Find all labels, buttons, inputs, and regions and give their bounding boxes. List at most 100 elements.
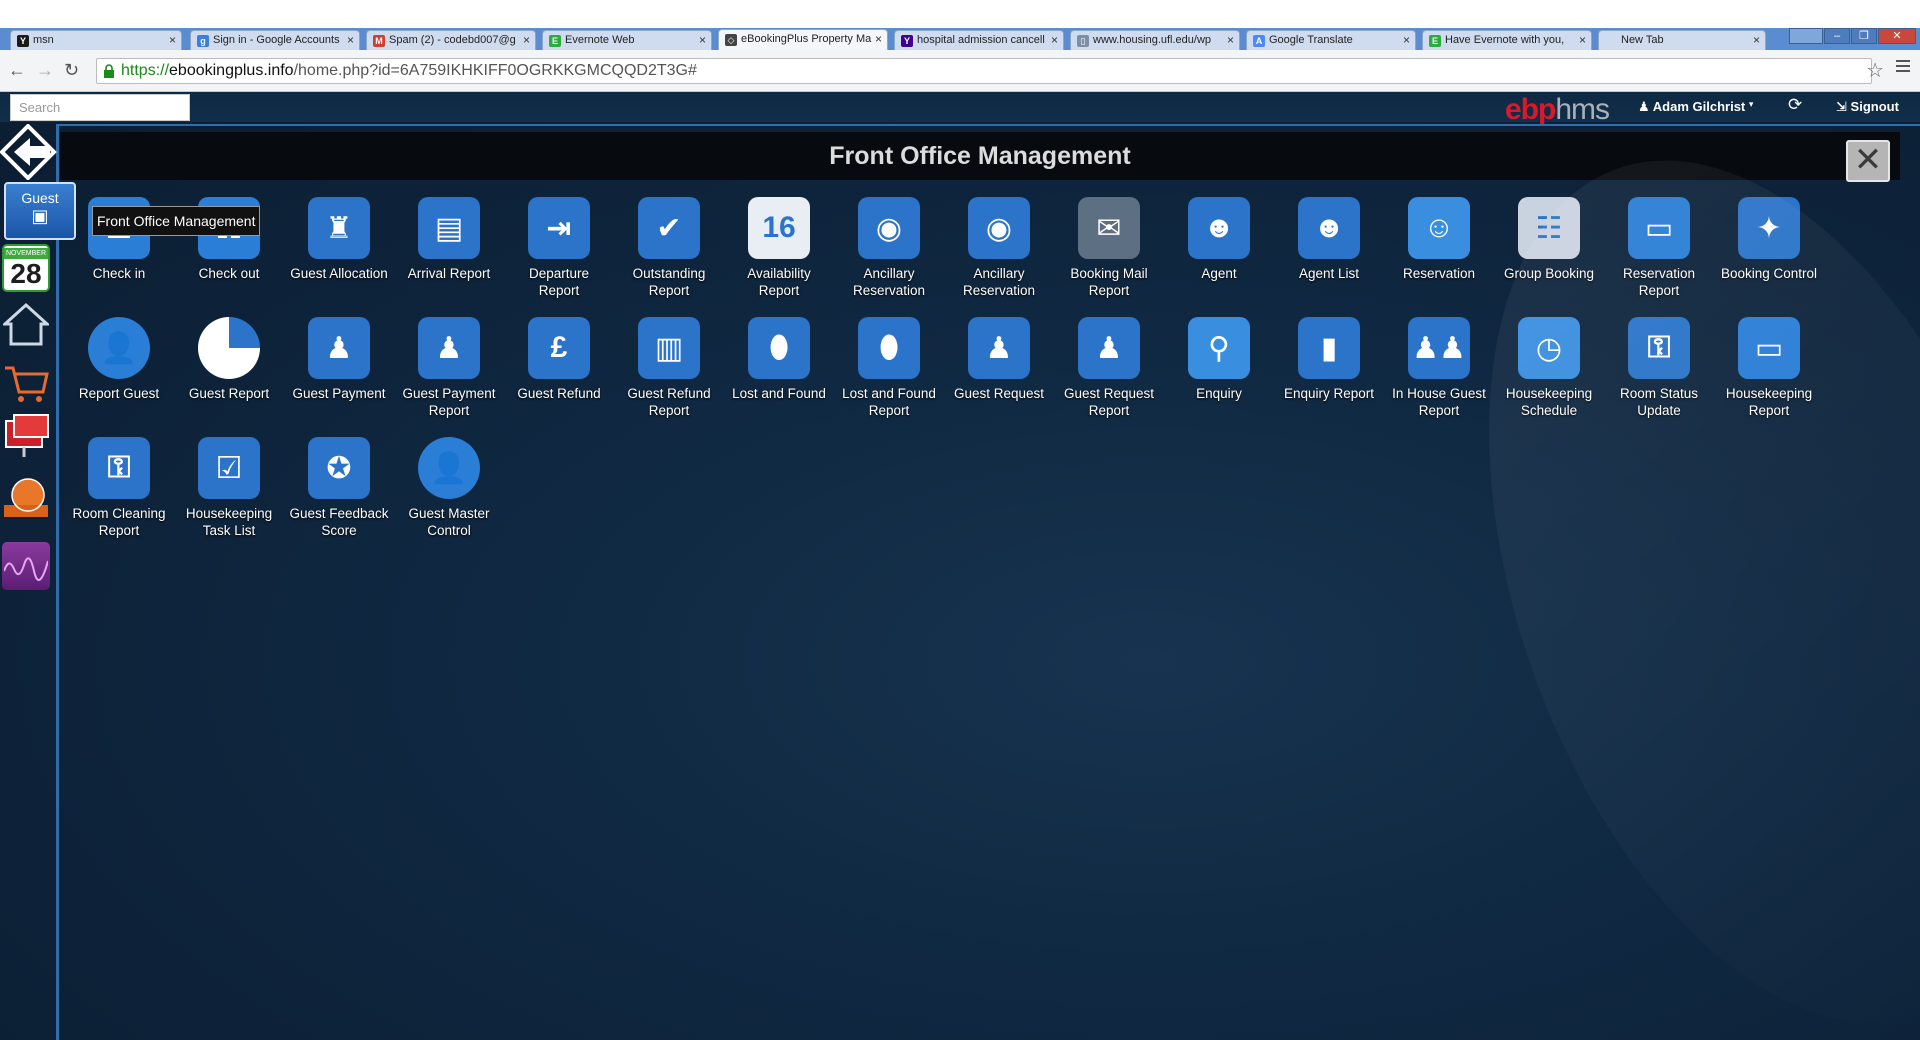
- module-tile[interactable]: ✉ Booking Mail Report: [1054, 197, 1164, 299]
- module-tile-label: Ancillary Reservation: [944, 265, 1054, 299]
- browser-tab[interactable]: E Evernote Web ×: [542, 30, 712, 50]
- module-tile[interactable]: ☻ Agent List: [1274, 197, 1384, 282]
- module-tile[interactable]: ⚲ Enquiry: [1164, 317, 1274, 402]
- refresh-icon[interactable]: ⟳: [1788, 95, 1802, 115]
- browser-tab[interactable]: E Have Evernote with you, ×: [1422, 30, 1592, 50]
- module-tile[interactable]: £ Guest Refund: [504, 317, 614, 402]
- tab-label: Have Evernote with you,: [1445, 34, 1565, 46]
- module-tile[interactable]: ✪ Guest Feedback Score: [284, 437, 394, 539]
- maximize-button[interactable]: ❐: [1851, 28, 1877, 44]
- browser-tab[interactable]: ▯ www.housing.ufl.edu/wp ×: [1070, 30, 1240, 50]
- tab-close-icon[interactable]: ×: [1753, 33, 1760, 47]
- sidebar-globe-icon[interactable]: [2, 474, 50, 522]
- user-menu[interactable]: ♟ Adam Gilchrist ▾: [1638, 99, 1753, 115]
- signout-button[interactable]: ⇲ Signout: [1836, 99, 1899, 115]
- tab-close-icon[interactable]: ×: [1403, 33, 1410, 47]
- module-tile-label: Enquiry: [1164, 385, 1274, 402]
- close-module-button[interactable]: ✕: [1846, 140, 1890, 182]
- module-tile[interactable]: ◉ Ancillary Reservation: [944, 197, 1054, 299]
- tab-search-button[interactable]: [1789, 28, 1823, 44]
- tab-close-icon[interactable]: ×: [523, 33, 530, 47]
- module-tile-label: Arrival Report: [394, 265, 504, 282]
- module-tile[interactable]: 16 Availability Report: [724, 197, 834, 299]
- reload-icon[interactable]: ↻: [64, 60, 79, 81]
- module-tile[interactable]: Guest Report: [174, 317, 284, 402]
- monitor-icon: ▭: [1628, 197, 1690, 259]
- module-tile[interactable]: ⚿ Room Status Update: [1604, 317, 1714, 419]
- close-window-button[interactable]: ✕: [1878, 28, 1916, 44]
- module-tile[interactable]: ⬮ Lost and Found: [724, 317, 834, 402]
- module-tile-label: Booking Control: [1714, 265, 1824, 282]
- module-tile[interactable]: ♟ Guest Payment Report: [394, 317, 504, 419]
- sidebar-home-icon[interactable]: [2, 300, 50, 348]
- tab-close-icon[interactable]: ×: [169, 33, 176, 47]
- tab-close-icon[interactable]: ×: [875, 32, 882, 46]
- tab-close-icon[interactable]: ×: [1579, 33, 1586, 47]
- module-tile[interactable]: ♟ Guest Request Report: [1054, 317, 1164, 419]
- module-tile[interactable]: ⇥ Departure Report: [504, 197, 614, 299]
- tile-label-line1: Guest Allocation: [290, 266, 388, 281]
- module-tile[interactable]: ☺ Reservation: [1384, 197, 1494, 282]
- tile-label-line2: Report: [1088, 403, 1130, 418]
- module-tile[interactable]: ⬮ Lost and Found Report: [834, 317, 944, 419]
- module-tile[interactable]: ◉ Ancillary Reservation: [834, 197, 944, 299]
- module-tile[interactable]: ☻ Agent: [1164, 197, 1274, 282]
- minimize-button[interactable]: –: [1824, 28, 1850, 44]
- app-topbar: ebphms ♟ Adam Gilchrist ▾ ⟳ ⇲ Signout: [0, 92, 1920, 126]
- menu-icon[interactable]: [1896, 60, 1910, 75]
- tab-close-icon[interactable]: ×: [347, 33, 354, 47]
- search-input[interactable]: [10, 94, 190, 121]
- tab-close-icon[interactable]: ×: [1051, 33, 1058, 47]
- module-tile-label: Check out: [174, 265, 284, 282]
- browser-tab[interactable]: ◇ eBookingPlus Property Ma ×: [718, 29, 888, 50]
- module-tile[interactable]: ▮ Enquiry Report: [1274, 317, 1384, 402]
- sidebar-presentation-icon[interactable]: [2, 412, 50, 460]
- browser-tab[interactable]: g Sign in - Google Accounts ×: [190, 30, 360, 50]
- module-tile[interactable]: ♟ Guest Payment: [284, 317, 394, 402]
- tile-label-line1: Housekeeping: [185, 506, 273, 521]
- module-tile[interactable]: ☷ Group Booking: [1494, 197, 1604, 282]
- tab-close-icon[interactable]: ×: [699, 33, 706, 47]
- bookmark-star-icon[interactable]: ☆: [1866, 58, 1884, 83]
- module-tile[interactable]: ▥ Guest Refund Report: [614, 317, 724, 419]
- page-title: Front Office Management: [829, 142, 1131, 170]
- cleaning-report-icon: ⚿: [88, 437, 150, 499]
- module-tile[interactable]: ⚿ Room Cleaning Report: [64, 437, 174, 539]
- browser-tab[interactable]: Ymsn ×: [10, 30, 182, 50]
- browser-tab[interactable]: M Spam (2) - codebd007@g ×: [366, 30, 536, 50]
- module-tile[interactable]: ☑ Housekeeping Task List: [174, 437, 284, 539]
- favicon-icon: [1605, 35, 1617, 47]
- tile-label-line1: Report Guest: [78, 386, 160, 401]
- caret-down-icon: ▾: [1748, 99, 1754, 109]
- tab-label: eBookingPlus Property Ma: [741, 33, 872, 45]
- browser-tab[interactable]: A Google Translate ×: [1246, 30, 1416, 50]
- browser-tab[interactable]: New Tab ×: [1598, 30, 1766, 50]
- address-bar[interactable]: https://ebookingplus.info/home.php?id=6A…: [96, 58, 1872, 84]
- module-tile[interactable]: ✦ Booking Control: [1714, 197, 1824, 282]
- module-tile[interactable]: ✔ Outstanding Report: [614, 197, 724, 299]
- sidebar-cart-icon[interactable]: [2, 360, 50, 408]
- tile-label-line1: Guest Master: [408, 506, 490, 521]
- module-tile-label: Room Status Update: [1604, 385, 1714, 419]
- module-tile[interactable]: ♟ Guest Request: [944, 317, 1054, 402]
- sidebar-calendar-button[interactable]: NOVEMBER 28: [2, 244, 50, 292]
- sidebar-waveform-icon[interactable]: [2, 542, 50, 590]
- module-tile[interactable]: 👤 Guest Master Control: [394, 437, 504, 539]
- favicon-icon: E: [549, 35, 561, 47]
- forward-arrow-icon[interactable]: →: [36, 60, 54, 81]
- browser-tab[interactable]: Yhospital admission cancell ×: [894, 30, 1064, 50]
- favicon-icon: E: [1429, 35, 1441, 47]
- module-tile[interactable]: ▭ Reservation Report: [1604, 197, 1714, 299]
- tab-close-icon[interactable]: ×: [1227, 33, 1234, 47]
- tile-label-line1: Housekeeping: [1725, 386, 1813, 401]
- module-tile-label: Reservation: [1384, 265, 1494, 282]
- module-tile[interactable]: ▭ Housekeeping Report: [1714, 317, 1824, 419]
- tile-label-line1: Guest Payment: [292, 386, 386, 401]
- back-arrow-icon[interactable]: ←: [8, 60, 26, 81]
- module-tile[interactable]: ▤ Arrival Report: [394, 197, 504, 282]
- module-tile[interactable]: ♜ Guest Allocation: [284, 197, 394, 282]
- module-tile[interactable]: ◷ Housekeeping Schedule: [1494, 317, 1604, 419]
- module-tile[interactable]: ♟♟ In House Guest Report: [1384, 317, 1494, 419]
- back-diamond-icon[interactable]: [0, 124, 64, 180]
- module-tile[interactable]: 👤 Report Guest: [64, 317, 174, 402]
